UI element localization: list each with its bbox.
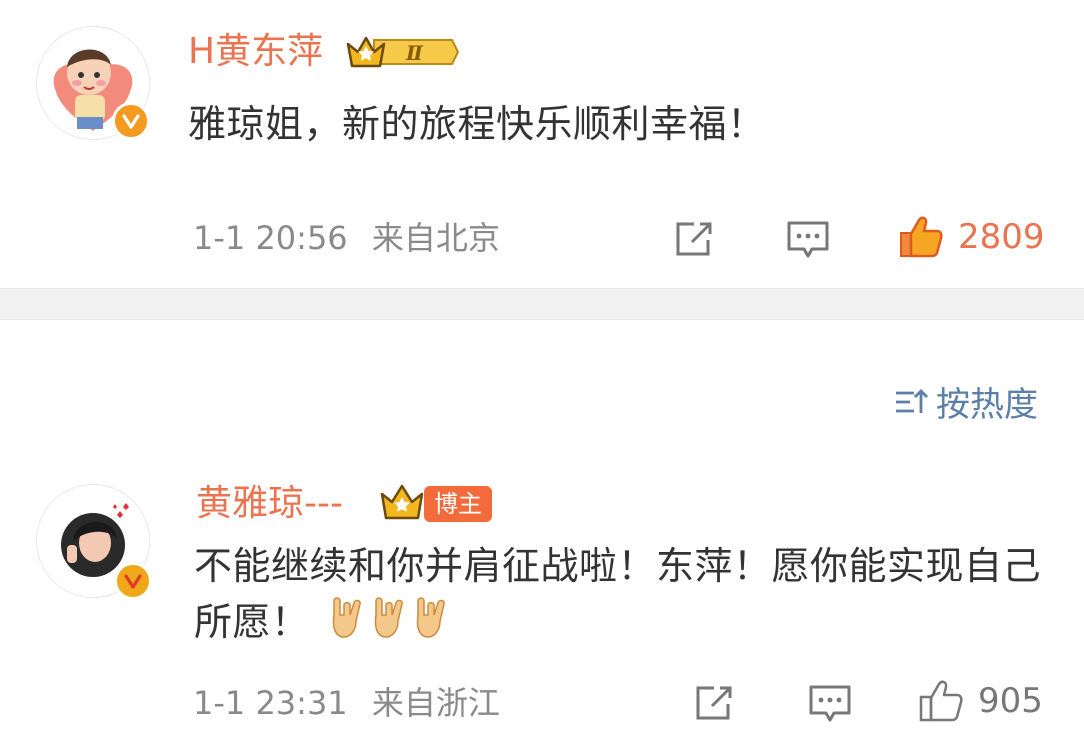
verified-v-icon [112, 102, 150, 140]
comment-meta: 1-1 20:56 来自北京 [193, 218, 500, 258]
rock-on-hand-emoji [328, 595, 454, 654]
username[interactable]: 黄雅琼--- [196, 482, 343, 526]
crown-icon: Ⅱ [344, 32, 460, 76]
level-label: Ⅱ [405, 41, 424, 65]
crown-icon [378, 482, 426, 526]
comment-button[interactable] [786, 220, 830, 260]
like-count: 2809 [958, 217, 1045, 257]
like-count: 905 [978, 681, 1043, 721]
comment-item: 黄雅琼--- 博主 不能继续和你并肩征战啦！东萍！愿你能实现自己所愿！ 1-1 … [0, 470, 1084, 742]
thumbs-up-icon [919, 680, 963, 722]
username[interactable]: H黄东萍 [188, 30, 323, 74]
share-icon [676, 222, 712, 256]
comment-icon [809, 685, 851, 722]
share-button[interactable] [674, 220, 714, 258]
comment-item: H黄东萍 Ⅱ 雅琼姐，新的旅程快乐顺利幸福！ 1-1 20:56 来自北京 28… [0, 0, 1084, 288]
comment-text: 雅琼姐，新的旅程快乐顺利幸福！ [188, 102, 766, 146]
section-divider [0, 288, 1084, 320]
share-button[interactable] [694, 684, 734, 722]
comment-location: 来自北京 [371, 219, 500, 257]
sort-toggle[interactable]: 按热度 [894, 377, 1038, 426]
thumbs-up-icon [900, 216, 943, 258]
comment-time: 1-1 20:56 [193, 219, 348, 257]
like-button[interactable]: 905 [918, 678, 1043, 724]
comment-location: 来自浙江 [371, 684, 500, 722]
sort-label: 按热度 [936, 385, 1038, 425]
comment-text-content: 不能继续和你并肩征战啦！东萍！愿你能实现自己所愿！ [194, 544, 1042, 644]
comment-meta: 1-1 23:31 来自浙江 [193, 683, 500, 723]
share-icon [696, 686, 732, 720]
comment-text: 不能继续和你并肩征战啦！东萍！愿你能实现自己所愿！ [194, 538, 1054, 654]
comment-button[interactable] [808, 684, 852, 724]
like-button[interactable]: 2809 [898, 214, 1045, 260]
blogger-badge: 博主 [424, 486, 492, 522]
sort-icon [896, 388, 928, 413]
comment-time: 1-1 23:31 [193, 684, 348, 722]
comment-icon [787, 221, 829, 258]
verified-v-icon [114, 562, 152, 600]
